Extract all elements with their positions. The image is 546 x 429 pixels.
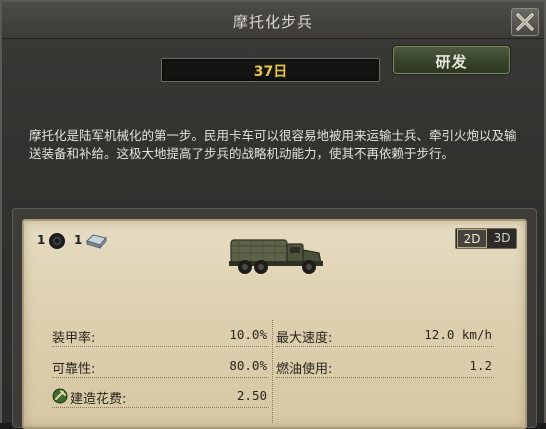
stat-reliability: 可靠性: 80.0%	[52, 357, 269, 378]
research-button-label: 研发	[435, 53, 468, 71]
stat-fuel-usage-value: 1.2	[469, 358, 492, 373]
stat-armor-value: 10.0%	[229, 327, 267, 342]
research-days-display: 37日	[161, 58, 380, 82]
build-cost-icon	[52, 388, 68, 404]
stat-fuel-usage: 燃油使用: 1.2	[276, 357, 494, 378]
stat-reliability-value: 80.0%	[229, 358, 267, 373]
view-mode-toggle: 2D 3D	[455, 228, 517, 249]
stat-max-speed-value: 12.0 km/h	[424, 327, 492, 342]
stat-armor: 装甲率: 10.0%	[52, 326, 269, 347]
title-bar: 摩托化步兵	[2, 2, 544, 39]
stat-reliability-label: 可靠性:	[52, 362, 96, 377]
view-3d-button[interactable]: 3D	[487, 229, 517, 248]
truck-image	[229, 239, 323, 274]
research-button[interactable]: 研发	[393, 46, 510, 74]
stat-build-cost: 建造花费: 2.50	[52, 387, 269, 408]
research-days-value: 37日	[253, 64, 288, 80]
close-icon	[516, 13, 534, 31]
steel-icon	[86, 234, 107, 249]
close-button[interactable]	[511, 8, 539, 36]
stat-max-speed: 最大速度: 12.0 km/h	[276, 326, 494, 347]
stat-build-cost-value: 2.50	[236, 388, 267, 403]
view-2d-button[interactable]: 2D	[457, 229, 487, 248]
window-title: 摩托化步兵	[232, 13, 313, 31]
stat-fuel-usage-label: 燃油使用:	[276, 362, 333, 377]
stats-column-divider	[272, 320, 274, 423]
requirement-tire-count: 1	[37, 233, 46, 247]
tire-icon	[49, 233, 65, 249]
stat-build-cost-label: 建造花费:	[70, 392, 127, 407]
tech-description: 摩托化是陆军机械化的第一步。民用卡车可以很容易地被用来运输士兵、牵引火炮以及输送…	[29, 128, 517, 161]
requirement-steel-count: 1	[74, 233, 83, 247]
stat-max-speed-label: 最大速度:	[276, 331, 333, 346]
stat-armor-label: 装甲率:	[52, 331, 96, 346]
